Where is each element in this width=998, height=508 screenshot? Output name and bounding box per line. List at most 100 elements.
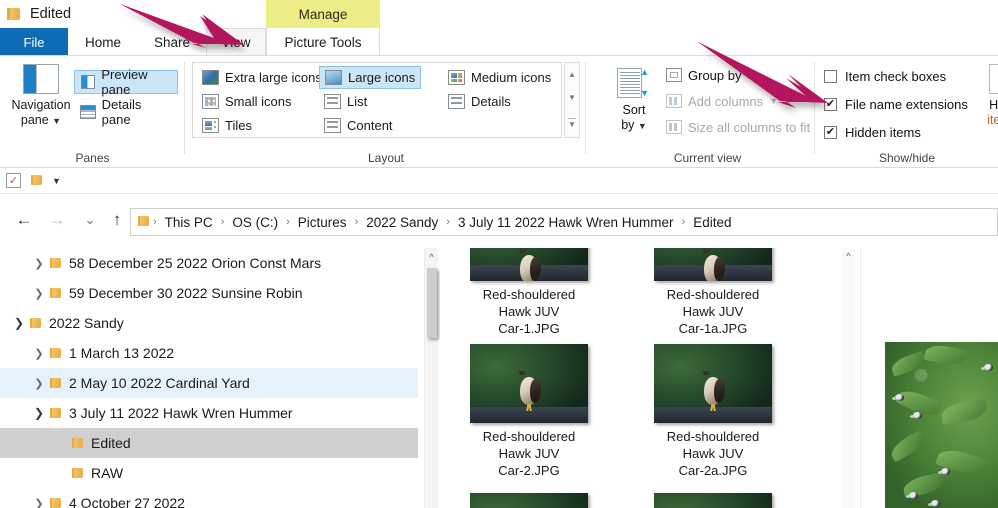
- tree-item-label: 1 March 13 2022: [69, 345, 175, 361]
- chevron-right-icon[interactable]: ❯: [28, 377, 50, 390]
- thumbnail-wrap: [454, 344, 604, 423]
- scroll-up-icon[interactable]: ^: [425, 248, 438, 262]
- tree-item-sunsine-robin[interactable]: ❯ 59 December 30 2022 Sunsine Robin: [0, 278, 418, 308]
- breadcrumb-2022-sandy[interactable]: 2022 Sandy: [362, 215, 442, 230]
- address-bar[interactable]: › This PC › OS (C:) › Pictures › 2022 Sa…: [130, 208, 998, 236]
- medium-icons-icon: [448, 70, 465, 85]
- tab-view[interactable]: View: [206, 28, 266, 56]
- preview-pane-button[interactable]: Preview pane: [74, 67, 178, 97]
- chevron-down-icon[interactable]: ❯: [28, 406, 50, 420]
- file-name-extensions-checkbox[interactable]: ✔: [824, 97, 837, 111]
- tree-item-label: Edited: [91, 435, 131, 451]
- contextual-tab-manage[interactable]: Manage: [266, 0, 380, 28]
- folder-icon[interactable]: [31, 172, 42, 190]
- layout-tiles[interactable]: Tiles: [197, 114, 257, 137]
- layout-gallery-scroll[interactable]: ▲ ▼ ▼: [564, 62, 580, 138]
- scrollbar-thumb[interactable]: [427, 268, 437, 338]
- gallery-more-icon[interactable]: ▼: [568, 118, 576, 129]
- navigation-pane-button[interactable]: Navigation pane ▼: [8, 62, 74, 140]
- layout-content[interactable]: Content: [319, 114, 398, 137]
- ribbon: Navigation pane ▼ Preview pane Details p…: [0, 56, 998, 168]
- scroll-up-icon[interactable]: ^: [842, 248, 855, 261]
- select-all-checkbox-icon[interactable]: ✓: [6, 173, 21, 188]
- sort-by-label-line2: by: [621, 118, 635, 132]
- tiles-icon: [202, 118, 219, 133]
- ribbon-group-panes: Navigation pane ▼ Preview pane Details p…: [0, 56, 185, 167]
- group-by-button[interactable]: Group by ▼: [666, 64, 756, 86]
- up-button[interactable]: ↑: [103, 206, 131, 234]
- tree-item-2-may-10-2022-cardinal-yard[interactable]: ❯ 2 May 10 2022 Cardinal Yard: [0, 368, 418, 398]
- tab-home-label: Home: [84, 34, 121, 50]
- tab-file[interactable]: File: [0, 28, 68, 56]
- folder-icon: [30, 318, 41, 328]
- layout-list[interactable]: List: [319, 90, 372, 113]
- thumbnail-wrap: [638, 344, 788, 423]
- folder-icon[interactable]: [138, 213, 149, 231]
- file-item-car-2a[interactable]: Red-shouldered Hawk JUV Car-2a.JPG: [638, 344, 788, 479]
- gallery-scroll-down-icon[interactable]: ▼: [568, 94, 576, 102]
- item-check-boxes-label: Item check boxes: [845, 68, 947, 84]
- chevron-right-icon[interactable]: ❯: [28, 257, 50, 270]
- gallery-scroll-up-icon[interactable]: ▲: [568, 70, 576, 79]
- forward-button[interactable]: →: [43, 206, 71, 234]
- tree-item-1-march-13-2022[interactable]: ❯ 1 March 13 2022: [0, 338, 418, 368]
- layout-details[interactable]: Details: [443, 90, 516, 113]
- layout-medium-icons[interactable]: Medium icons: [443, 66, 556, 89]
- file-item-car-1[interactable]: Red-shouldered Hawk JUV Car-1.JPG: [454, 248, 604, 337]
- file-item-next-row-right[interactable]: [638, 493, 788, 508]
- breadcrumb-separator: ›: [354, 216, 359, 228]
- tree-item-raw[interactable]: RAW: [0, 458, 418, 488]
- file-item-car-1a[interactable]: Red-shouldered Hawk JUV Car-1a.JPG: [638, 248, 788, 337]
- recent-locations-button[interactable]: ⌄: [76, 206, 104, 234]
- tree-item-label: 59 December 30 2022 Sunsine Robin: [69, 285, 303, 301]
- show-hide-group-label: Show/hide: [878, 151, 936, 165]
- breadcrumb-pictures[interactable]: Pictures: [294, 215, 351, 230]
- breadcrumb-os-c[interactable]: OS (C:): [228, 215, 282, 230]
- item-check-boxes-checkbox[interactable]: [824, 69, 837, 83]
- sort-by-button[interactable]: ▲ ▼ Sort by ▼: [608, 62, 660, 144]
- ribbon-tab-strip: File Home Share View Picture Tools: [0, 28, 998, 56]
- details-pane-button[interactable]: Details pane: [74, 97, 178, 127]
- folder-icon: [50, 498, 61, 508]
- file-name-extensions-row[interactable]: ✔ File name extensions: [824, 94, 968, 114]
- quick-access-toolbar: ✓ ▼: [0, 168, 998, 194]
- hidden-items-label: Hidden items: [845, 124, 921, 140]
- file-name-label: Red-shouldered Hawk JUV Car-2.JPG: [482, 429, 576, 478]
- tree-item-edited[interactable]: Edited: [0, 428, 418, 458]
- file-item-next-row-left[interactable]: [454, 493, 604, 508]
- size-all-columns-button[interactable]: Size all columns to fit: [666, 116, 810, 138]
- chevron-down-icon[interactable]: ❯: [8, 316, 30, 330]
- tree-item-orion-const-mars[interactable]: ❯ 58 December 25 2022 Orion Const Mars: [0, 248, 418, 278]
- tab-share-label: Share: [153, 34, 191, 50]
- layout-large-icons[interactable]: Large icons: [319, 66, 422, 89]
- file-item-car-2[interactable]: Red-shouldered Hawk JUV Car-2.JPG: [454, 344, 604, 479]
- hide-selected-items-button[interactable]: Hide items: [976, 62, 998, 148]
- breadcrumb-this-pc[interactable]: This PC: [161, 215, 217, 230]
- file-list-scrollbar[interactable]: ^: [842, 248, 855, 508]
- tab-home[interactable]: Home: [68, 28, 138, 56]
- tab-picture-tools[interactable]: Picture Tools: [266, 28, 380, 56]
- tree-item-3-july-11-2022-hawk-wren-hummer[interactable]: ❯ 3 July 11 2022 Hawk Wren Hummer: [0, 398, 418, 428]
- hidden-items-checkbox[interactable]: ✔: [824, 125, 837, 139]
- layout-small-icons[interactable]: Small icons: [197, 90, 296, 113]
- breadcrumb-edited[interactable]: Edited: [689, 215, 735, 230]
- chevron-right-icon[interactable]: ❯: [28, 497, 50, 508]
- group-divider: [814, 62, 815, 154]
- hidden-items-row[interactable]: ✔ Hidden items: [824, 122, 921, 142]
- navigation-pane-scrollbar[interactable]: ^: [424, 248, 438, 508]
- tree-item-4-october-27-2022[interactable]: ❯ 4 October 27 2022: [0, 488, 418, 508]
- tab-share[interactable]: Share: [138, 28, 206, 56]
- tree-item-2022-sandy[interactable]: ❯ 2022 Sandy: [0, 308, 418, 338]
- back-button[interactable]: ←: [10, 206, 38, 234]
- item-check-boxes-row[interactable]: Item check boxes: [824, 66, 946, 86]
- preview-pane: [860, 248, 998, 508]
- window-title: Edited: [30, 6, 72, 22]
- ribbon-group-current-view: ▲ ▼ Sort by ▼ Group by ▼ Add columns ▼ S…: [600, 56, 815, 167]
- flower-bud: [895, 394, 904, 401]
- chevron-right-icon[interactable]: ❯: [28, 287, 50, 300]
- layout-extra-large-icons[interactable]: Extra large icons: [197, 66, 327, 89]
- add-columns-button[interactable]: Add columns ▼: [666, 90, 778, 112]
- breadcrumb-hawk-wren-hummer[interactable]: 3 July 11 2022 Hawk Wren Hummer: [454, 215, 678, 230]
- chevron-down-icon[interactable]: ▼: [52, 176, 61, 186]
- chevron-right-icon[interactable]: ❯: [28, 347, 50, 360]
